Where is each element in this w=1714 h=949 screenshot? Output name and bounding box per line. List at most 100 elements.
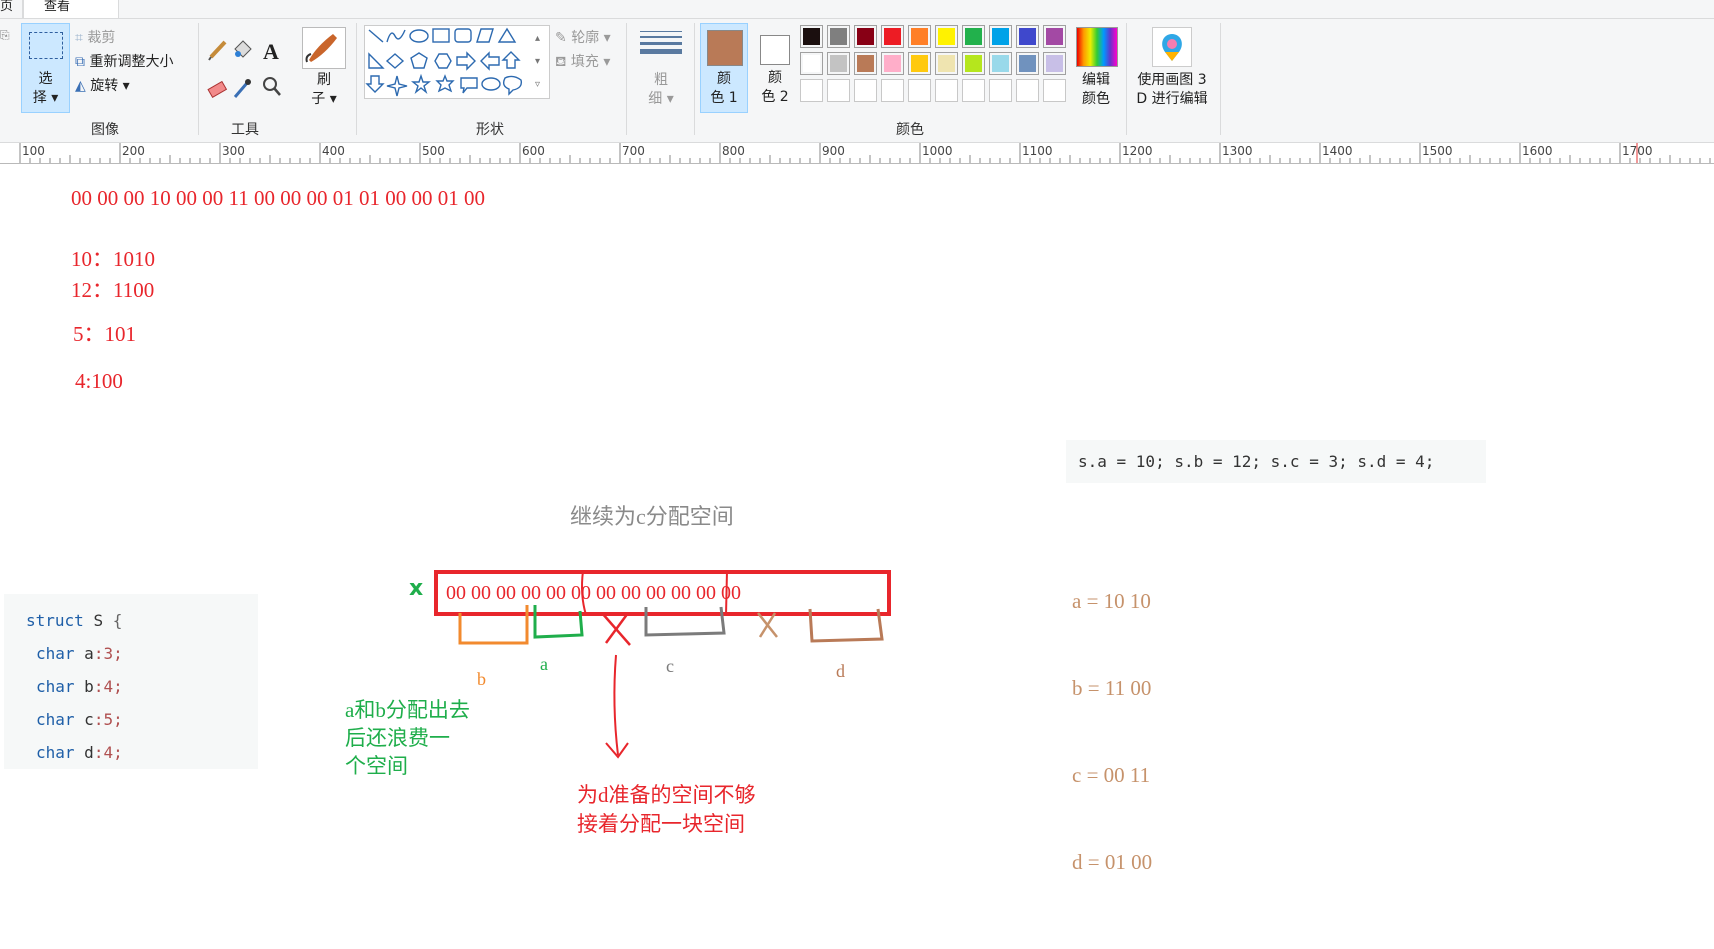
ruler-label: 1400 <box>1322 144 1353 158</box>
label-b: b <box>477 669 486 689</box>
shapes-icons <box>365 27 523 97</box>
separator <box>1126 23 1127 135</box>
field-d: char d:4; <box>36 743 123 762</box>
palette-swatch[interactable] <box>989 52 1012 75</box>
result-list: a = 10 10 b = 11 00 c = 00 11 d = 01 00 <box>1072 529 1152 906</box>
pencil-icon <box>208 40 227 61</box>
tab-view[interactable]: 查看 <box>23 0 119 18</box>
ruler-label: 100 <box>22 144 45 158</box>
palette-swatch[interactable] <box>881 25 904 48</box>
palette-swatch[interactable] <box>908 52 931 75</box>
assign-code-box: s.a = 10; s.b = 12; s.c = 3; s.d = 4; <box>1066 440 1486 483</box>
custom-color-slot[interactable] <box>827 79 850 102</box>
size-button[interactable]: 粗细 ▾ <box>640 71 682 109</box>
ruler-label: 1000 <box>922 144 953 158</box>
custom-color-slot[interactable] <box>881 79 904 102</box>
palette-swatch[interactable] <box>908 25 931 48</box>
palette-swatch[interactable] <box>854 25 877 48</box>
palette-swatch[interactable] <box>827 25 850 48</box>
custom-color-slot[interactable] <box>989 79 1012 102</box>
binary-4: 4:100 <box>75 369 123 393</box>
color2-button[interactable]: 颜色 2 <box>752 23 798 113</box>
magnifier-icon <box>263 77 281 96</box>
ruler-label: 800 <box>722 144 745 158</box>
result-a: a = 10 10 <box>1072 589 1151 613</box>
paint3d-icon <box>1152 27 1192 67</box>
resize-button[interactable]: ⧉ 重新调整大小 <box>75 51 173 71</box>
custom-color-slot[interactable] <box>1043 79 1066 102</box>
result-b: b = 11 00 <box>1072 676 1152 700</box>
custom-color-slot[interactable] <box>962 79 985 102</box>
ruler-label: 300 <box>222 144 245 158</box>
tools-group-label: 工具 <box>231 122 259 138</box>
color-palette <box>800 25 1072 107</box>
palette-swatch[interactable] <box>827 52 850 75</box>
palette-swatch[interactable] <box>1016 25 1039 48</box>
outline-button[interactable]: ✎ 轮廓 ▾ <box>555 27 611 47</box>
palette-swatch[interactable] <box>962 52 985 75</box>
outline-icon: ✎ <box>555 30 567 46</box>
shapes-gallery[interactable] <box>364 25 550 99</box>
separator <box>356 23 357 135</box>
annotation-strokes <box>458 570 884 759</box>
ruler-label: 1600 <box>1522 144 1553 158</box>
edit-colors-button[interactable]: 编辑 颜色 <box>1072 71 1120 109</box>
custom-color-slot[interactable] <box>800 79 823 102</box>
palette-swatch[interactable] <box>935 25 958 48</box>
rotate-button[interactable]: ◭ 旋转 ▾ <box>75 75 130 95</box>
struct-code-box: struct S { char a:3; char b:4; char c:5;… <box>4 594 258 769</box>
custom-color-slot[interactable] <box>1016 79 1039 102</box>
section-title: 继续为c分配空间 <box>570 504 734 529</box>
eraser-icon <box>207 80 228 99</box>
crop-button[interactable]: ⌗ 裁剪 <box>75 27 115 47</box>
fill-button[interactable]: ⛾ 填充 ▾ <box>555 51 610 72</box>
separator <box>694 23 695 135</box>
binary-12: 12：1100 <box>71 278 155 302</box>
palette-swatch[interactable] <box>935 52 958 75</box>
drawing-canvas[interactable] <box>0 164 1714 949</box>
ruler-label: 1100 <box>1022 144 1053 158</box>
separator <box>626 23 627 135</box>
brushes-button[interactable] <box>302 27 346 69</box>
paint3d-button[interactable]: 使用画图 3D 进行编辑 <box>1128 71 1216 109</box>
note-red: 为d准备的空间不够 接着分配一块空间 <box>577 783 756 836</box>
tab-home[interactable]: 页 <box>0 0 23 18</box>
palette-swatch[interactable] <box>881 52 904 75</box>
binary-10: 10：1010 <box>71 247 155 271</box>
select-button[interactable]: 选 择 ▾ <box>21 23 70 113</box>
rotate-icon: ◭ <box>75 78 86 94</box>
ruler-label: 200 <box>122 144 145 158</box>
palette-swatch[interactable] <box>989 25 1012 48</box>
palette-swatch[interactable] <box>1043 25 1066 48</box>
custom-color-slot[interactable] <box>854 79 877 102</box>
palette-swatch[interactable] <box>800 25 823 48</box>
shapes-group-label: 形状 <box>476 122 504 138</box>
palette-swatch[interactable] <box>854 52 877 75</box>
colors-group-label: 颜色 <box>896 122 924 138</box>
select-label-2: 择 ▾ <box>32 90 59 106</box>
custom-color-slot[interactable] <box>935 79 958 102</box>
ruler-label: 900 <box>822 144 845 158</box>
ruler-label: 1700 <box>1622 144 1653 158</box>
ruler-ticks <box>19 143 1711 163</box>
horizontal-ruler: 100 200 300 400 500 600 700 800 900 1000 1100 1200 1… <box>0 143 1714 164</box>
ruler-label: 1200 <box>1122 144 1153 158</box>
x-mark: x <box>409 576 424 601</box>
palette-swatch[interactable] <box>800 52 823 75</box>
ribbon-tab-strip: 页 查看 <box>0 0 1714 19</box>
color1-button[interactable]: 颜色 1 <box>700 23 748 113</box>
custom-color-slot[interactable] <box>908 79 931 102</box>
palette-swatch[interactable] <box>1043 52 1066 75</box>
palette-swatch[interactable] <box>1016 52 1039 75</box>
color1-swatch <box>707 30 743 66</box>
bytes-line: 00 00 00 10 00 00 11 00 00 00 01 01 00 0… <box>71 186 485 210</box>
select-icon <box>29 32 63 59</box>
assign-code: s.a = 10; s.b = 12; s.c = 3; s.d = 4; <box>1078 452 1435 471</box>
shapes-scroll[interactable]: ▴ ▾ ▿ <box>535 27 540 96</box>
crop-icon: ⌗ <box>75 30 83 46</box>
palette-swatch[interactable] <box>962 25 985 48</box>
field-a: char a:3; <box>36 644 123 663</box>
result-c: c = 00 11 <box>1072 763 1151 787</box>
binary-5: 5：101 <box>73 322 136 346</box>
brush-icon <box>305 34 337 63</box>
